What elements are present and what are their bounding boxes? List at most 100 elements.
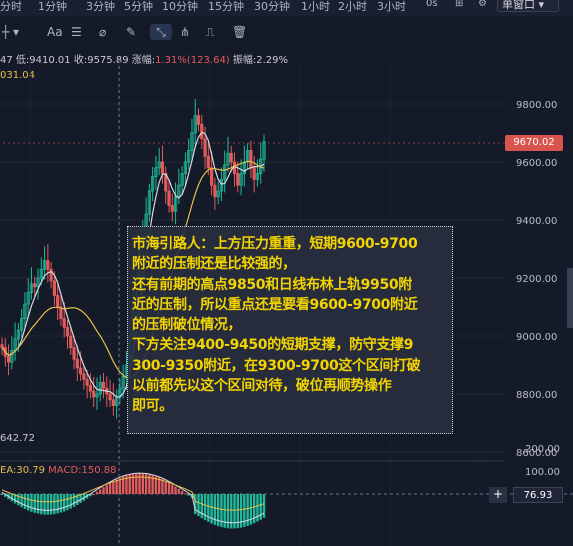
price-axis-label: 9000.00 [516,332,557,343]
candle-body [75,358,79,369]
macd-bar [66,494,69,511]
note-line: 即可。 [132,398,173,415]
candle-body [101,381,106,389]
candle-body [52,280,57,296]
candle-body [92,390,96,398]
macd-bar [226,494,230,529]
macd-bar [115,479,118,494]
macd-bar [108,483,112,494]
macd-value: MACD:150.88 [48,465,117,476]
candle-body [82,373,86,380]
macd-bar [230,494,233,529]
macd-bar [69,494,72,509]
scroll-handle[interactable] [567,268,573,328]
note-line: 还有前期的高点9850和日线布林上轨9950附 [132,276,412,293]
candle-body [229,152,233,163]
ema-value: EA:30.79 [0,465,45,476]
current-price-tag: 9670.02 [505,135,563,151]
macd-bar [59,494,63,513]
macd-bar [138,473,141,494]
note-line: 的压制破位情况， [132,317,242,334]
macd-bar [53,494,56,515]
candle-body [213,184,217,198]
candle-body [56,294,60,308]
macd-bar [180,491,184,494]
candle-body [203,138,207,157]
macd-bar [184,493,187,495]
macd-bar [105,485,108,494]
macd-bar [56,494,59,514]
note-line: 近的压制，所以重点还是要看9600-9700附近 [132,296,418,313]
macd-axis-label: 200.00 [525,444,560,455]
candle-body [69,335,73,349]
note-line: 市海引路人：上方压力重重，短期9600-9700 [132,236,418,252]
candle-body [62,318,66,328]
macd-histogram [0,473,266,529]
macd-bar [141,473,145,494]
note-line: 附近的压制还是比较强的， [132,256,296,273]
candle-body [85,379,89,386]
macd-bar [43,494,46,515]
candle-body [160,161,165,174]
macd-bar [33,494,36,513]
note-line: 下方关注9400-9450的短期支撑，防守支撑9 [132,337,414,354]
macd-bar [0,494,4,495]
macd-bar [40,494,43,515]
candle-body [200,123,204,140]
note-line: 300-9350附近，在9300-9700这个区间打破 [132,357,421,374]
macd-bar [99,489,102,494]
candle-body [46,260,50,270]
add-button[interactable]: + [489,487,507,503]
macd-bar [256,494,259,522]
macd-bar [259,494,262,520]
candle-body [209,167,214,186]
price-axis-label: 9400.00 [516,216,557,227]
macd-bar [92,494,95,495]
price-axis: 9800.00 9600.00 9400.00 9200.00 9000.00 8800.… [516,100,557,459]
candle-body [6,355,11,363]
candle-body [249,149,253,169]
price-axis-label: 9600.00 [516,158,557,169]
macd-bar [233,494,236,529]
macd-bar [161,479,164,494]
candle-body [111,399,115,406]
price-axis-label: 8800.00 [516,390,557,401]
price-axis-label: 9200.00 [516,274,557,285]
macd-bar [200,494,203,519]
macd-current-tag: 76.93 [513,487,563,503]
candle-body [0,344,4,349]
candle-body [236,173,240,186]
candle-body [196,115,201,125]
macd-bar [63,494,66,512]
macd-bar [171,484,174,494]
macd-bar [72,494,76,507]
macd-bar [135,473,138,494]
candle-body [88,384,93,392]
price-axis-label: 9800.00 [516,100,557,111]
macd-bar [262,494,266,518]
low-price-marker: 642.72 [0,433,35,444]
candle-body [79,367,83,375]
note-line: 以前都先以这个区间对待，破位再顺势操作 [132,378,392,395]
macd-bar [102,487,105,494]
candle-body [65,326,70,337]
macd-axis-label: 100.00 [525,467,560,478]
macd-bar [112,481,115,494]
macd-bar [20,494,23,508]
macd-bar [30,494,33,512]
candle-body [33,283,37,288]
macd-info: EA:30.79 MACD:150.88 [0,465,117,476]
candle-body [108,393,112,401]
analysis-note: 市海引路人：上方压力重重，短期9600-9700 附近的压制还是比较强的， 还有… [127,226,453,434]
macd-bar [197,494,200,517]
candle-body [206,155,210,169]
candle-body [167,190,171,206]
macd-bar [95,491,99,494]
macd-bar [23,494,27,509]
macd-bar [164,480,167,494]
macd-bar [36,494,40,514]
macd-bar [167,482,171,494]
macd-bar [177,488,181,494]
candle-body [252,167,256,180]
macd-bar [49,494,53,515]
